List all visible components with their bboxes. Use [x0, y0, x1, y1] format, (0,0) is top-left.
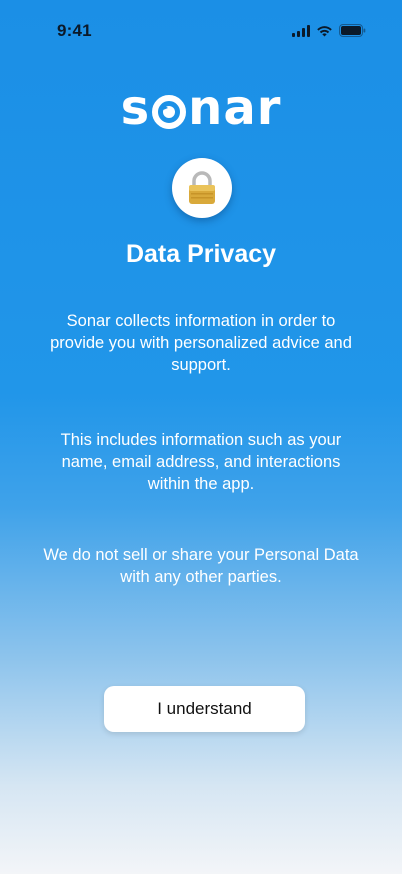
sonar-logo: s nar	[0, 80, 402, 136]
status-time: 9:41	[57, 21, 92, 40]
privacy-paragraph-3: We do not sell or share your Personal Da…	[43, 546, 359, 586]
lock-icon	[189, 171, 215, 204]
battery-icon	[339, 24, 366, 37]
logo-text-end: nar	[188, 80, 282, 136]
status-icons	[292, 24, 366, 37]
wifi-icon	[317, 25, 332, 36]
privacy-paragraph-1: Sonar collects information in order to p…	[50, 312, 352, 374]
privacy-paragraph-2: This includes information such as your n…	[60, 431, 342, 493]
logo-o-icon	[152, 95, 187, 129]
page-title: Data Privacy	[125, 240, 277, 268]
cellular-signal-icon	[292, 24, 310, 37]
status-bar: 9:41	[0, 0, 402, 62]
logo-text-start: s	[120, 80, 151, 136]
i-understand-button[interactable]: I understand	[104, 686, 305, 732]
lock-badge	[172, 158, 232, 218]
